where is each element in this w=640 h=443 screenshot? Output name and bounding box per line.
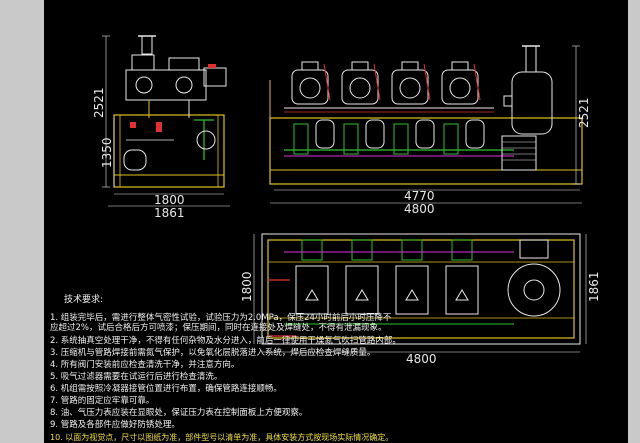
front-view-dim-width-outer: 4800	[404, 202, 435, 216]
note-line: 5. 吸气过滤器需要在试运行后进行检查清洗。	[50, 371, 222, 382]
plan-view-compressor-1	[295, 239, 329, 315]
front-view-dim-height: 2521	[577, 97, 591, 128]
front-view-compressor-1	[291, 61, 331, 105]
front-view-compressor-3	[391, 61, 431, 105]
side-view-dim-width-outer: 1861	[154, 206, 185, 220]
side-view-compressor	[125, 69, 207, 101]
note-line: 6. 机组需按照冷凝器接管位置进行布置，确保管路连接顺畅。	[50, 383, 282, 394]
front-view-dim-width-inner: 4770	[404, 189, 435, 203]
note-line: 3. 压缩机与管路焊接前需氮气保护，以免氧化层脱落进入系统，焊后应检查焊缝质量。	[50, 347, 375, 358]
front-view: 2521 4770 4800	[269, 45, 591, 216]
side-view-separator	[123, 149, 147, 171]
side-view: 2521 1350 1800 1861	[92, 35, 230, 220]
front-view-compressor-2	[341, 61, 381, 105]
plan-view-compressor-3	[395, 239, 429, 315]
note-last-line: 10. 以面为视觉点，尺寸以图纸为准，部件型号以清单为准，具体安装方式按现场实际…	[50, 432, 393, 442]
note-line: 1. 组装完毕后，需进行整体气密性试验，试验压力为2.0MPa，保压24小时前后…	[50, 312, 392, 323]
note-line: 2. 系统抽真空处理干净，不得有任何杂物及水分进入，前后一律使用干燥氮气吹扫管路…	[50, 335, 401, 346]
plan-view: 1800 1861 4800	[240, 233, 601, 366]
plan-view-dim-width: 4800	[406, 352, 437, 366]
front-view-compressor-4	[441, 61, 481, 105]
note-line: 4. 所有阀门安装前应检查清洗干净，并注意方向。	[50, 359, 239, 370]
plan-view-dim-height-left: 1800	[240, 271, 254, 302]
note-line: 8. 油、气压力表应装在显眼处，保证压力表在控制面板上方便观察。	[50, 407, 307, 418]
note-line: 应超过2%，试后合格后方可喷漆；保压期间，同时在连接处及焊缝处，不得有泄漏现象。	[50, 322, 387, 333]
side-view-dim-width-inner: 1800	[154, 193, 185, 207]
drawing-canvas[interactable]: 2521 1350 1800 1861 2521 4770 4800 1800 …	[44, 0, 628, 443]
cad-viewer-frame: 2521 1350 1800 1861 2521 4770 4800 1800 …	[0, 0, 640, 443]
note-line: 7. 管路的固定应牢靠可靠。	[50, 395, 154, 406]
front-view-receiver	[511, 71, 553, 135]
plan-view-dim-height-right: 1861	[587, 271, 601, 302]
technical-notes: 技术要求: 1. 组装完毕后，需进行整体气密性试验，试验压力为2.0MPa，保压…	[50, 293, 401, 442]
drawing-svg: 2521 1350 1800 1861 2521 4770 4800 1800 …	[50, 35, 601, 442]
side-view-dim-height-total: 2521	[92, 87, 106, 118]
plan-view-compressor-2	[345, 239, 379, 315]
notes-heading: 技术要求:	[64, 293, 103, 305]
side-view-dim-height-sub: 1350	[100, 137, 114, 168]
plan-view-compressor-4	[445, 239, 479, 315]
note-line: 9. 管路及各部件应做好防锈处理。	[50, 419, 180, 430]
front-view-heat-exchanger	[501, 135, 537, 171]
plan-view-receiver	[507, 263, 561, 317]
front-view-skid	[269, 117, 583, 185]
